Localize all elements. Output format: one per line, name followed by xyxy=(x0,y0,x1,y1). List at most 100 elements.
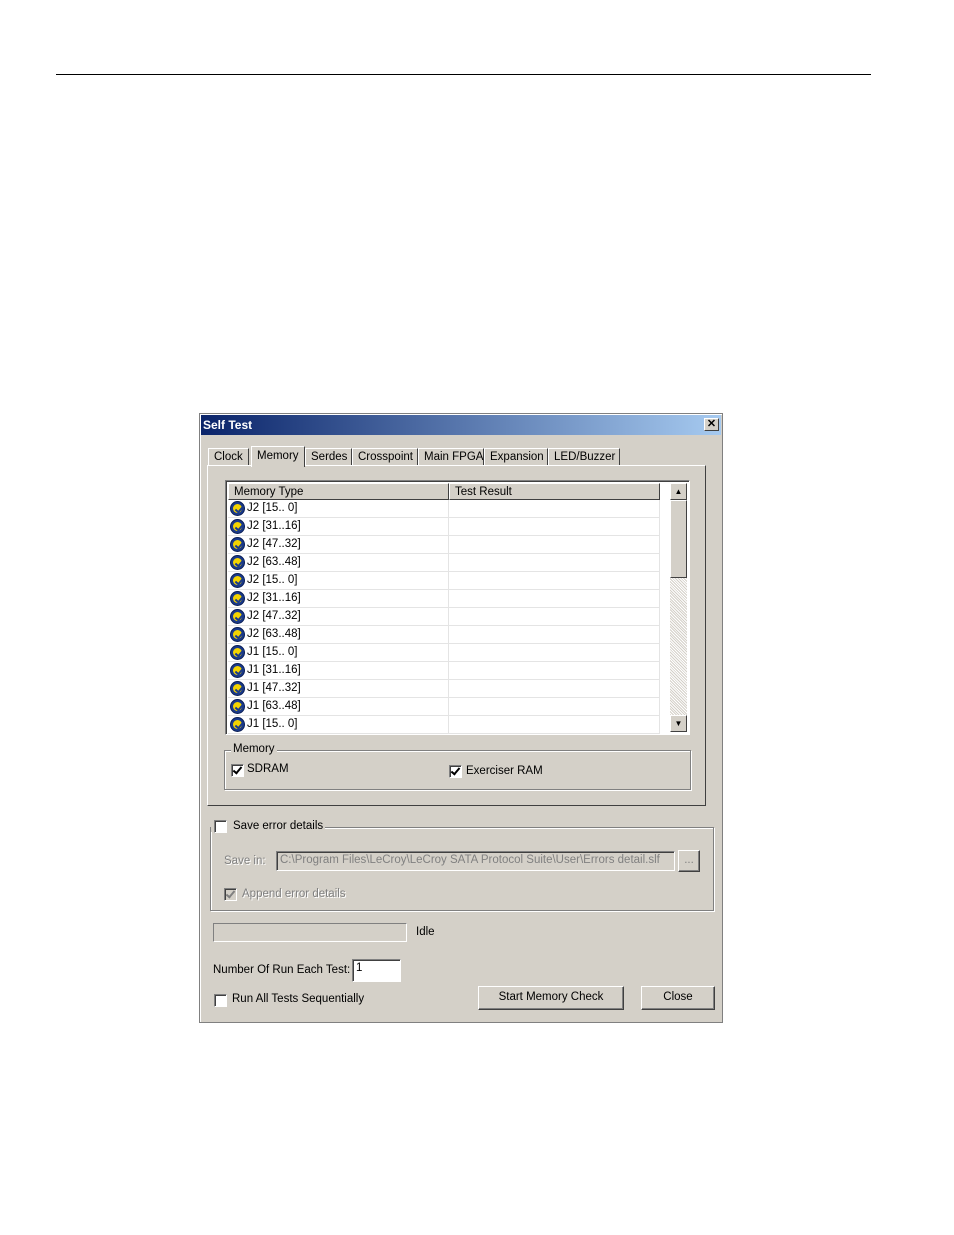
test-result-cell xyxy=(449,590,660,607)
list-header: Memory Type Test Result xyxy=(228,483,660,500)
table-row[interactable]: J2 [15.. 0] xyxy=(228,500,660,518)
memory-type-label: J2 [15.. 0] xyxy=(247,574,298,586)
self-test-dialog: Self Test ✕ Clock Memory Serdes Crosspoi… xyxy=(199,413,723,1023)
tab-clock[interactable]: Clock xyxy=(208,448,249,466)
sdram-label: SDRAM xyxy=(247,763,289,775)
scroll-up-icon[interactable]: ▲ xyxy=(670,483,687,500)
memory-type-cell: J2 [15.. 0] xyxy=(228,572,449,589)
memory-type-label: J2 [63..48] xyxy=(247,628,301,640)
run-count-input[interactable]: 1 xyxy=(352,959,401,982)
save-error-details-checkbox[interactable] xyxy=(214,820,227,833)
memory-type-cell: J1 [15.. 0] xyxy=(228,716,449,733)
memory-type-cell: J2 [31..16] xyxy=(228,590,449,607)
check-icon xyxy=(230,681,245,696)
run-count-label: Number Of Run Each Test: xyxy=(213,964,351,976)
test-result-cell xyxy=(449,608,660,625)
check-icon xyxy=(230,501,245,516)
tab-main-fpga[interactable]: Main FPGA xyxy=(418,448,484,466)
test-result-cell xyxy=(449,536,660,553)
save-errors-legend: Save error details xyxy=(211,820,326,832)
memory-type-label: J1 [15.. 0] xyxy=(247,718,298,730)
memory-type-cell: J2 [31..16] xyxy=(228,518,449,535)
test-result-cell xyxy=(449,500,660,517)
memory-type-label: J2 [15.. 0] xyxy=(247,502,298,514)
save-errors-label: Save error details xyxy=(233,820,324,832)
table-row[interactable]: J2 [63..48] xyxy=(228,626,660,644)
memory-tab-panel: Memory Type Test Result J2 [15.. 0] J2 [3… xyxy=(207,465,706,806)
memory-type-cell: J1 [63..48] xyxy=(228,698,449,715)
memory-type-label: J2 [31..16] xyxy=(247,520,301,532)
memory-type-label: J2 [47..32] xyxy=(247,538,301,550)
window-title: Self Test xyxy=(203,418,253,432)
tab-expansion[interactable]: Expansion xyxy=(484,448,548,466)
check-icon xyxy=(230,627,245,642)
table-row[interactable]: J1 [47..32] xyxy=(228,680,660,698)
memory-type-cell: J2 [47..32] xyxy=(228,536,449,553)
test-result-cell xyxy=(449,554,660,571)
test-result-cell xyxy=(449,680,660,697)
tab-led-buzzer[interactable]: LED/Buzzer xyxy=(548,448,620,466)
append-error-details-label: Append error details xyxy=(242,888,346,900)
check-icon xyxy=(230,663,245,678)
memory-type-label: J2 [63..48] xyxy=(247,556,301,568)
memory-type-label: J1 [63..48] xyxy=(247,700,301,712)
page-header-rule xyxy=(56,74,871,75)
check-icon xyxy=(230,519,245,534)
save-in-label: Save in: xyxy=(224,855,266,867)
memory-groupbox: Memory SDRAM Exerciser RAM xyxy=(224,743,691,790)
tab-memory[interactable]: Memory xyxy=(251,446,305,467)
table-row[interactable]: J2 [31..16] xyxy=(228,590,660,608)
test-result-cell xyxy=(449,518,660,535)
table-row[interactable]: J2 [15.. 0] xyxy=(228,572,660,590)
memory-type-cell: J2 [47..32] xyxy=(228,608,449,625)
memory-type-label: J2 [47..32] xyxy=(247,610,301,622)
memory-type-cell: J1 [15.. 0] xyxy=(228,644,449,661)
title-bar[interactable]: Self Test ✕ xyxy=(201,415,721,435)
check-icon xyxy=(230,609,245,624)
test-result-cell xyxy=(449,644,660,661)
run-all-sequentially-checkbox[interactable] xyxy=(214,994,227,1007)
close-button[interactable]: Close xyxy=(641,986,715,1010)
table-row[interactable]: J2 [31..16] xyxy=(228,518,660,536)
exerciser-ram-checkbox[interactable] xyxy=(449,765,462,778)
table-row[interactable]: J2 [47..32] xyxy=(228,608,660,626)
test-result-cell xyxy=(449,572,660,589)
run-all-sequentially-label: Run All Tests Sequentially xyxy=(232,993,365,1005)
memory-type-label: J2 [31..16] xyxy=(247,592,301,604)
status-text: Idle xyxy=(416,926,435,938)
save-errors-groupbox: Save error details Save in: C:\Program F… xyxy=(210,820,714,911)
check-icon xyxy=(230,645,245,660)
table-row[interactable]: J2 [63..48] xyxy=(228,554,660,572)
test-result-cell xyxy=(449,698,660,715)
table-row[interactable]: J1 [31..16] xyxy=(228,662,660,680)
append-error-details-checkbox[interactable] xyxy=(224,888,237,901)
memory-type-label: J1 [31..16] xyxy=(247,664,301,676)
list-scrollbar[interactable]: ▲ ▼ xyxy=(670,483,687,732)
close-icon[interactable]: ✕ xyxy=(704,418,719,431)
browse-button[interactable]: ... xyxy=(678,850,700,872)
sdram-checkbox[interactable] xyxy=(231,764,244,777)
check-icon xyxy=(230,699,245,714)
exerciser-ram-label: Exerciser RAM xyxy=(466,765,543,777)
check-icon xyxy=(230,537,245,552)
scroll-thumb[interactable] xyxy=(670,500,687,578)
scroll-down-icon[interactable]: ▼ xyxy=(670,715,687,732)
memory-type-cell: J1 [31..16] xyxy=(228,662,449,679)
memory-list[interactable]: Memory Type Test Result J2 [15.. 0] J2 [3… xyxy=(225,480,690,735)
save-in-path-field[interactable]: C:\Program Files\LeCroy\LeCroy SATA Prot… xyxy=(276,851,675,871)
memory-type-cell: J2 [63..48] xyxy=(228,554,449,571)
check-icon xyxy=(230,573,245,588)
table-row[interactable]: J1 [63..48] xyxy=(228,698,660,716)
column-test-result[interactable]: Test Result xyxy=(449,483,660,500)
progress-bar xyxy=(213,923,407,942)
memory-type-label: J1 [47..32] xyxy=(247,682,301,694)
table-row[interactable]: J1 [15.. 0] xyxy=(228,644,660,662)
tab-serdes[interactable]: Serdes xyxy=(305,448,352,466)
memory-type-label: J1 [15.. 0] xyxy=(247,646,298,658)
table-row[interactable]: J1 [15.. 0] xyxy=(228,716,660,734)
start-memory-check-button[interactable]: Start Memory Check xyxy=(478,986,624,1010)
column-memory-type[interactable]: Memory Type xyxy=(228,483,449,500)
test-result-cell xyxy=(449,626,660,643)
tab-crosspoint[interactable]: Crosspoint xyxy=(352,448,418,466)
table-row[interactable]: J2 [47..32] xyxy=(228,536,660,554)
